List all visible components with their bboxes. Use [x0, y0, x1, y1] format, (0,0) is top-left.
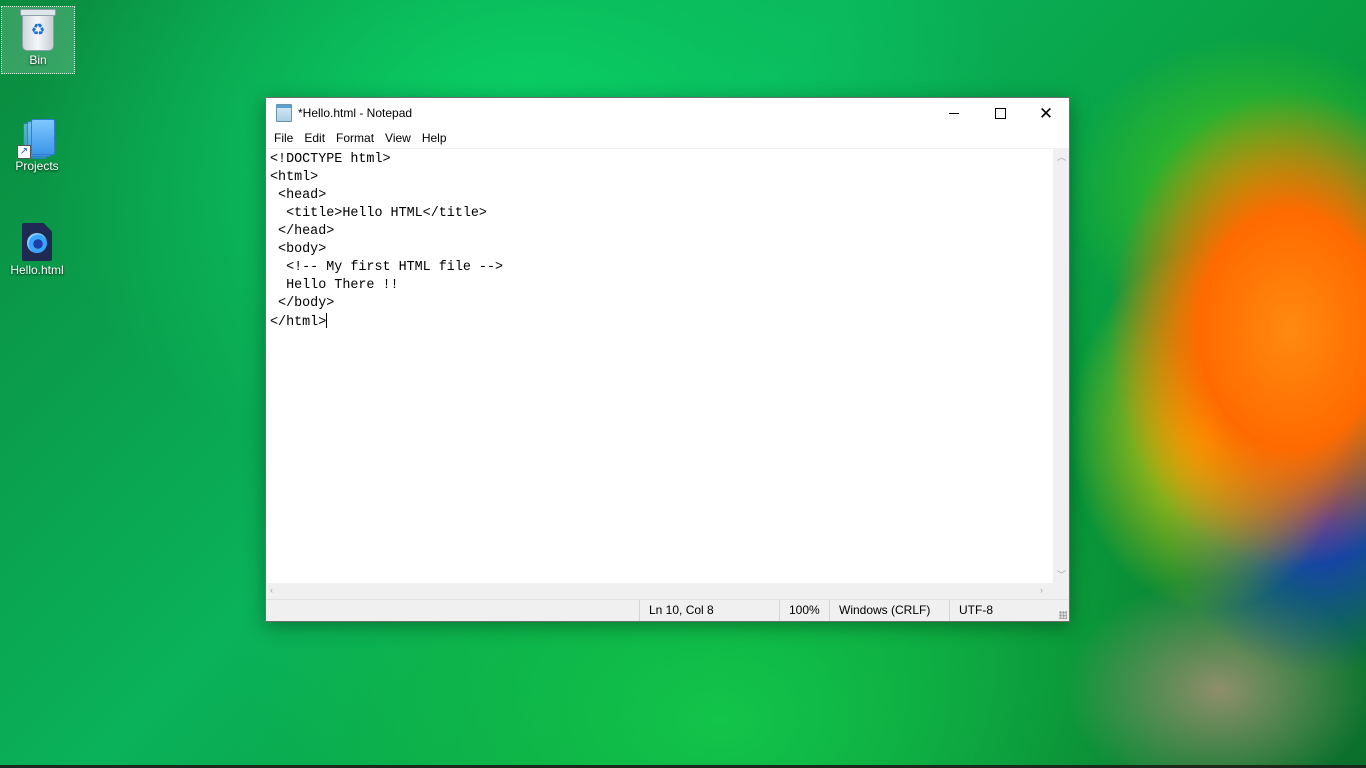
folder-shortcut-icon: ↗	[17, 119, 55, 159]
desktop-icon-label: Hello.html	[10, 263, 64, 277]
maximize-button[interactable]	[977, 98, 1023, 128]
resize-grip-icon[interactable]	[1059, 611, 1067, 619]
minimize-button[interactable]	[931, 98, 977, 128]
scrollbar-corner	[1053, 583, 1069, 599]
menu-edit[interactable]: Edit	[298, 131, 330, 145]
editor-line: <html>	[270, 170, 319, 185]
editor-line: <!DOCTYPE html>	[270, 152, 391, 167]
text-editor[interactable]: <!DOCTYPE html> <html> <head> <title>Hell…	[266, 149, 1053, 584]
scroll-left-icon[interactable]: ‹	[270, 586, 273, 595]
status-encoding: UTF-8	[949, 600, 1059, 621]
editor-line: </html>	[270, 315, 327, 330]
editor-line: Hello There !!	[270, 278, 399, 293]
status-cursor-position: Ln 10, Col 8	[639, 600, 780, 621]
vertical-scrollbar[interactable]: ︿ ﹀	[1053, 149, 1069, 584]
scroll-right-icon[interactable]: ›	[1040, 586, 1043, 595]
desktop-icon-bin[interactable]: ♻ Bin	[1, 6, 75, 74]
scroll-up-icon[interactable]: ︿	[1057, 153, 1066, 162]
firefox-html-file-icon	[22, 223, 52, 261]
status-bar: Ln 10, Col 8 100% Windows (CRLF) UTF-8	[266, 599, 1069, 621]
maximize-icon	[994, 107, 1006, 119]
close-button[interactable]: ✕	[1023, 98, 1069, 128]
editor-line: <body>	[270, 242, 327, 257]
window-title: *Hello.html - Notepad	[298, 106, 413, 120]
title-bar[interactable]: *Hello.html - Notepad ✕	[266, 98, 1069, 128]
notepad-window: *Hello.html - Notepad ✕ File Edit Format…	[265, 97, 1070, 622]
desktop-icon-label: Bin	[29, 53, 47, 67]
desktop-icon-label: Projects	[15, 159, 59, 173]
minimize-icon	[949, 112, 959, 114]
menu-format[interactable]: Format	[330, 131, 379, 145]
editor-line: <head>	[270, 188, 327, 203]
desktop-icon-projects[interactable]: ↗ Projects	[1, 115, 73, 173]
menu-view[interactable]: View	[379, 131, 416, 145]
shortcut-arrow-icon: ↗	[17, 145, 31, 159]
editor-line: </body>	[270, 296, 335, 311]
menu-bar: File Edit Format View Help	[266, 128, 1069, 148]
menu-help[interactable]: Help	[416, 131, 452, 145]
text-caret	[326, 313, 328, 328]
desktop-icon-hello-html[interactable]: Hello.html	[1, 219, 73, 277]
recycle-bin-icon: ♻	[20, 9, 56, 51]
horizontal-scrollbar[interactable]: ‹ ›	[266, 583, 1053, 599]
editor-line: </head>	[270, 224, 335, 239]
editor-line-last: </html>	[270, 313, 1049, 332]
scroll-down-icon[interactable]: ﹀	[1057, 571, 1066, 580]
notepad-icon	[276, 104, 292, 122]
status-zoom: 100%	[779, 600, 830, 621]
close-icon: ✕	[1038, 103, 1054, 123]
editor-area: <!DOCTYPE html> <html> <head> <title>Hell…	[266, 148, 1069, 584]
menu-file[interactable]: File	[268, 131, 298, 145]
editor-line: <title>Hello HTML</title>	[270, 206, 487, 221]
status-line-ending: Windows (CRLF)	[829, 600, 950, 621]
editor-line: <!-- My first HTML file -->	[270, 260, 504, 275]
